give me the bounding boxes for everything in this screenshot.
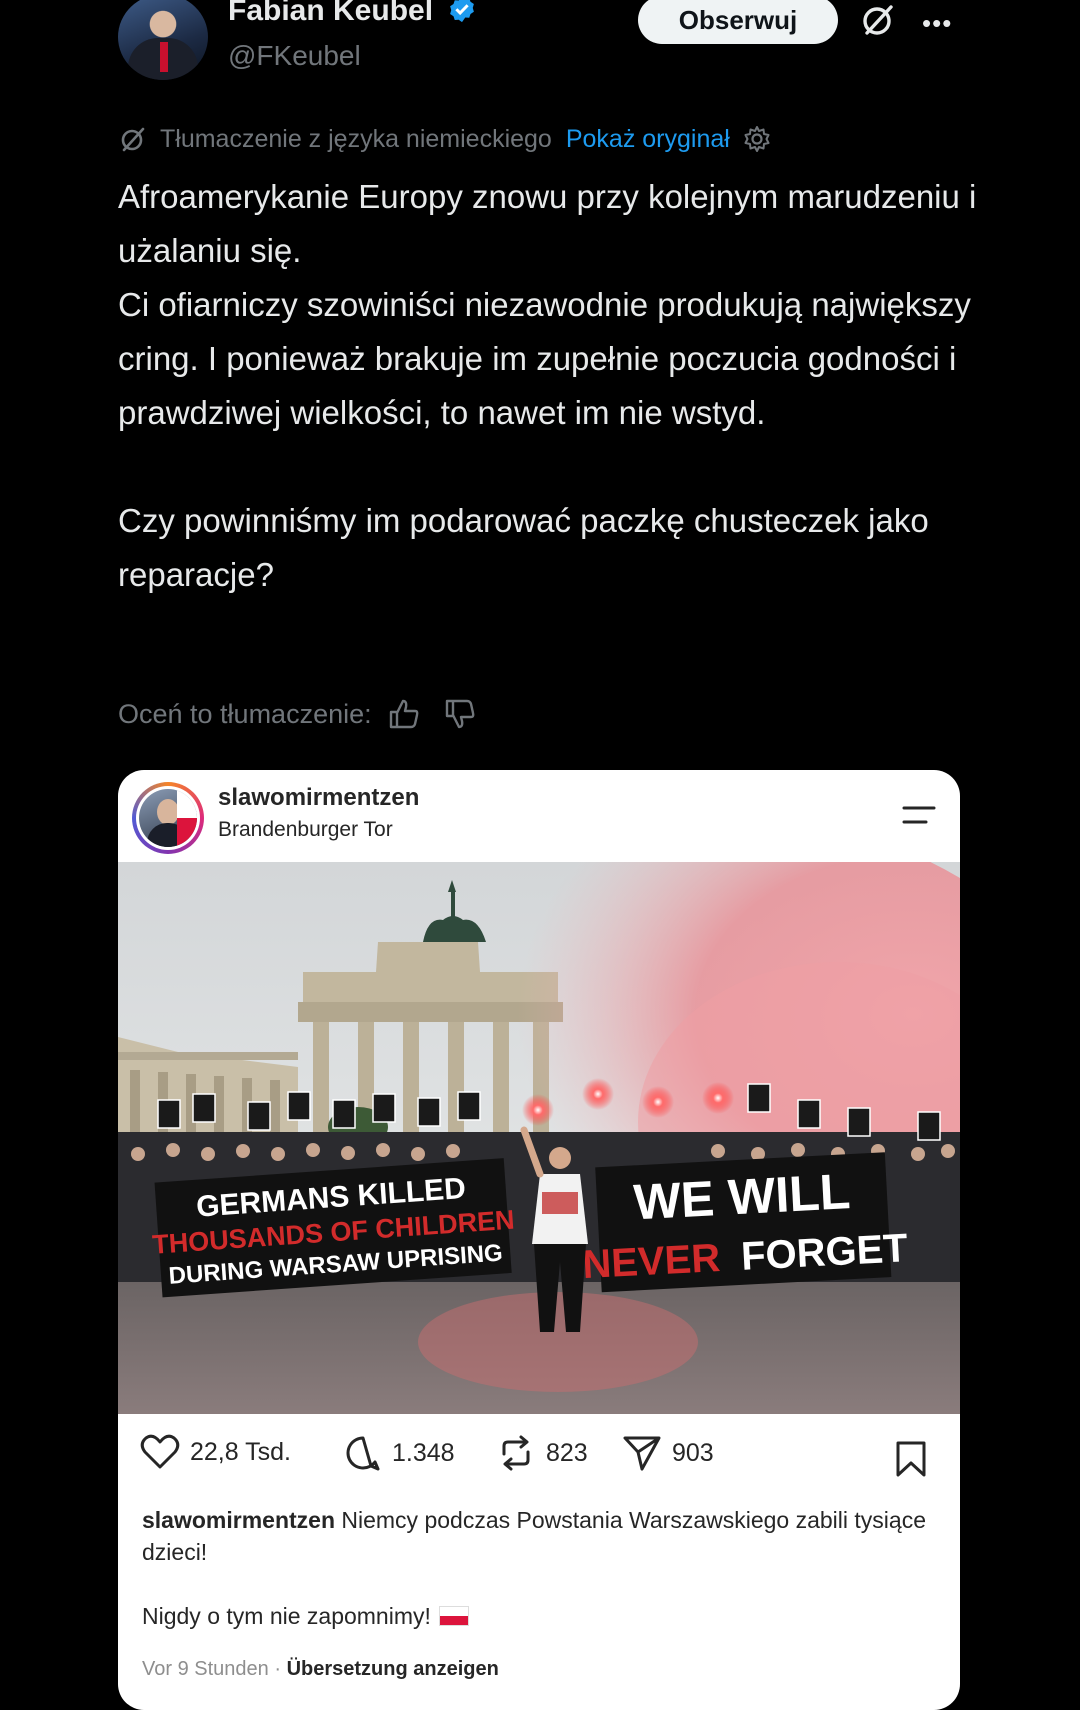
repost-icon (502, 1435, 530, 1471)
show-translation-link[interactable]: Übersetzung anzeigen (287, 1658, 499, 1680)
banner-right-line-3: FORGET (740, 1226, 909, 1279)
banner-right-line-1: WE WILL (632, 1163, 851, 1230)
embedded-instagram-post[interactable]: slawomirmentzen Brandenburger Tor GERMAN… (118, 770, 960, 1710)
repost-button[interactable]: 823 (496, 1434, 588, 1472)
verified-badge-icon (450, 0, 475, 23)
post-photo[interactable]: GERMANS KILLED THOUSANDS OF CHILDREN DUR… (118, 862, 960, 1414)
grok-icon[interactable] (858, 0, 898, 40)
author-name[interactable]: Fabian Keubel (228, 0, 477, 28)
post-time: Vor 9 Stunden (142, 1658, 269, 1680)
likes-count: 22,8 Tsd. (190, 1437, 292, 1466)
post-actions: 22,8 Tsd. 1.348 823 903 (118, 1434, 960, 1484)
like-button[interactable]: 22,8 Tsd. (140, 1434, 291, 1470)
menu-icon[interactable] (900, 800, 940, 830)
reposts-count: 823 (546, 1438, 588, 1467)
follow-button[interactable]: Obserwuj (638, 0, 838, 44)
share-icon (623, 1436, 661, 1471)
caption-username[interactable]: slawomirmentzen (142, 1507, 335, 1533)
show-original-link[interactable]: Pokaż oryginał (566, 125, 730, 154)
gear-icon[interactable] (742, 124, 772, 154)
author-handle[interactable]: @FKeubel (228, 40, 361, 72)
bookmark-icon[interactable] (894, 1440, 928, 1478)
instagram-location[interactable]: Brandenburger Tor (218, 818, 393, 842)
more-options-icon[interactable]: ••• (922, 8, 962, 38)
comment-icon (346, 1436, 380, 1471)
avatar-tie (160, 42, 168, 72)
comments-count: 1.348 (392, 1438, 455, 1467)
thumbs-up-icon[interactable] (388, 698, 422, 730)
translation-note: Tłumaczenie z języka niemieckiego (160, 124, 552, 153)
rate-translation: Oceń to tłumaczenie: (118, 698, 478, 730)
banner-right-line-2: NEVER (581, 1236, 721, 1287)
share-button[interactable]: 903 (622, 1434, 714, 1472)
tweet-text-line: Czy powinniśmy im podarować paczkę chust… (118, 502, 929, 593)
instagram-avatar[interactable] (132, 782, 204, 854)
post-meta: Vor 9 Stunden · Übersetzung anzeigen (142, 1658, 499, 1681)
poland-flag-icon (438, 1606, 469, 1626)
author-name-text: Fabian Keubel (228, 0, 434, 27)
author-avatar[interactable] (118, 0, 208, 80)
tweet-text-line: Ci ofiarniczy szowiniści niezawodnie pro… (118, 286, 971, 431)
instagram-post-header: slawomirmentzen Brandenburger Tor (118, 770, 960, 862)
comment-button[interactable]: 1.348 (344, 1434, 455, 1472)
shares-count: 903 (672, 1438, 714, 1467)
tweet-text-line: Afroamerykanie Europy znowu przy kolejny… (118, 178, 977, 269)
brandenburg-gate-photo: GERMANS KILLED THOUSANDS OF CHILDREN DUR… (118, 862, 960, 1414)
caption-text-2: Nigdy o tym nie zapomnimy! (142, 1603, 431, 1629)
translation-bar: Tłumaczenie z języka niemieckiego Pokaż … (118, 122, 772, 156)
tweet-text: Afroamerykanie Europy znowu przy kolejny… (118, 170, 978, 602)
meta-separator: · (268, 1658, 287, 1680)
thumbs-down-icon[interactable] (444, 698, 478, 730)
post-caption: slawomirmentzen Niemcy podczas Powstania… (142, 1504, 942, 1632)
tweet-header: Fabian Keubel @FKeubel Obserwuj ••• (0, 0, 1080, 110)
rate-label: Oceń to tłumaczenie: (118, 698, 372, 729)
heart-icon (140, 1434, 180, 1469)
instagram-username[interactable]: slawomirmentzen (218, 784, 419, 812)
translate-icon (121, 127, 145, 152)
